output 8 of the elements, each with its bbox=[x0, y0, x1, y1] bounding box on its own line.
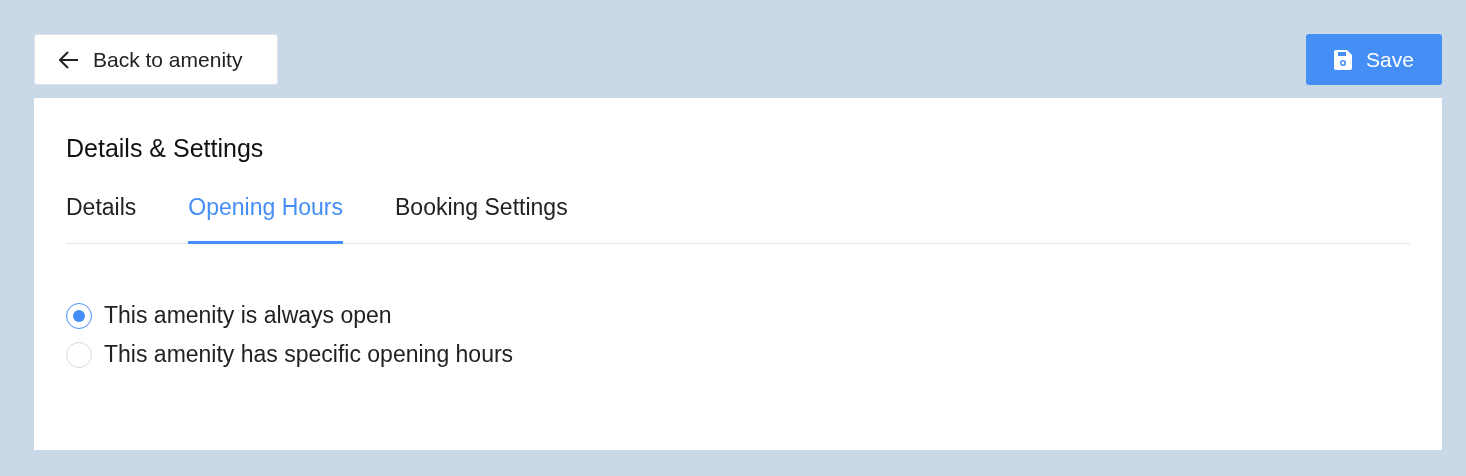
radio-button[interactable] bbox=[66, 302, 92, 329]
tab[interactable]: Booking Settings bbox=[395, 194, 568, 244]
back-button[interactable]: Back to amenity bbox=[34, 34, 278, 85]
card-title: Details & Settings bbox=[66, 134, 265, 163]
arrow-left-icon bbox=[59, 50, 79, 69]
option-label: This amenity has specific opening hours bbox=[104, 341, 514, 368]
tab[interactable]: Details bbox=[66, 194, 137, 244]
option-label: This amenity is always open bbox=[104, 302, 392, 329]
